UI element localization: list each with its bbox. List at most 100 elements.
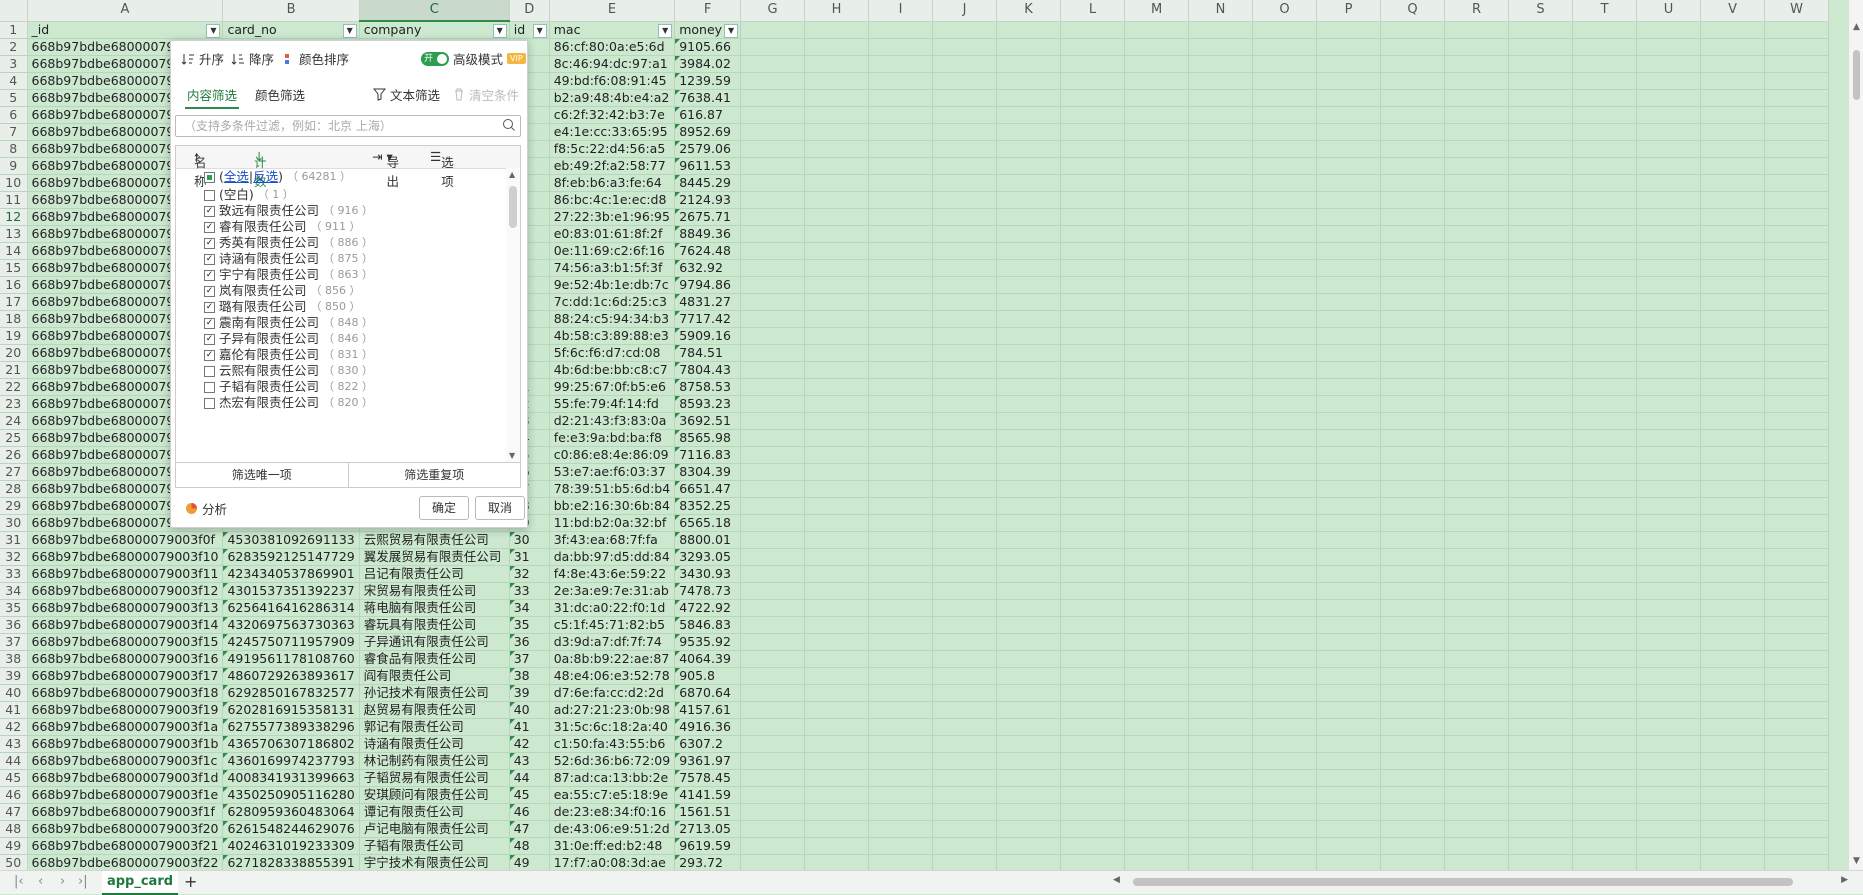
cell[interactable]: 6271828338855391	[222, 854, 360, 870]
cell[interactable]	[1572, 174, 1638, 192]
cell[interactable]	[1380, 344, 1446, 362]
cell[interactable]	[868, 344, 934, 362]
cell[interactable]: 668b97bdbe68000079003f15	[27, 633, 224, 651]
cell[interactable]	[1252, 429, 1318, 447]
cell[interactable]: 27:22:3b:e1:96:95	[549, 208, 676, 226]
cell[interactable]	[1636, 55, 1702, 73]
cell[interactable]	[1700, 582, 1766, 600]
cell[interactable]: 668b97bdbe68000079003f22	[27, 854, 224, 870]
cell[interactable]	[1444, 157, 1510, 175]
cell[interactable]	[804, 344, 870, 362]
cell[interactable]: 4365706307186802	[222, 735, 360, 753]
cell[interactable]	[1444, 327, 1510, 345]
cell[interactable]: 9794.86	[674, 276, 742, 294]
cell[interactable]	[1060, 531, 1126, 549]
cell[interactable]	[996, 650, 1062, 668]
cell[interactable]	[868, 480, 934, 498]
cell[interactable]	[868, 650, 934, 668]
cell[interactable]	[1060, 582, 1126, 600]
cell[interactable]	[1188, 361, 1254, 379]
cell[interactable]	[1188, 21, 1254, 39]
cell[interactable]	[1508, 463, 1574, 481]
cell[interactable]	[1316, 378, 1382, 396]
cell[interactable]	[1380, 497, 1446, 515]
cell[interactable]	[1444, 293, 1510, 311]
cell[interactable]	[1380, 242, 1446, 260]
cell[interactable]	[868, 395, 934, 413]
column-header-f[interactable]: F	[674, 0, 742, 22]
filter-duplicate-button[interactable]: 筛选重复项	[349, 463, 521, 487]
cell[interactable]	[1572, 769, 1638, 787]
cell[interactable]: c1:50:fa:43:55:b6	[549, 735, 676, 753]
filter-unique-button[interactable]: 筛选唯一项	[176, 463, 349, 487]
cell[interactable]	[1572, 310, 1638, 328]
cell[interactable]	[740, 412, 806, 430]
cell[interactable]	[1124, 361, 1190, 379]
cell[interactable]: 632.92	[674, 259, 742, 277]
cell[interactable]	[1508, 72, 1574, 90]
cell[interactable]: 668b97bdbe68000079003f1f	[27, 803, 224, 821]
cell[interactable]	[804, 565, 870, 583]
cell[interactable]	[868, 429, 934, 447]
cell[interactable]	[1252, 174, 1318, 192]
cell[interactable]: e0:83:01:61:8f:2f	[549, 225, 676, 243]
cell[interactable]: 31:dc:a0:22:f0:1d	[549, 599, 676, 617]
cell[interactable]	[1060, 599, 1126, 617]
row-header[interactable]: 26	[0, 446, 28, 464]
filter-dropdown-icon[interactable]: ▼	[206, 23, 221, 38]
cell[interactable]	[740, 684, 806, 702]
cell[interactable]: 86:bc:4c:1e:ec:d8	[549, 191, 676, 209]
cell[interactable]: 36	[509, 633, 550, 651]
row-header[interactable]: 42	[0, 718, 28, 736]
cell[interactable]	[804, 140, 870, 158]
column-header-i[interactable]: I	[868, 0, 934, 22]
cell[interactable]	[1764, 854, 1830, 870]
cell[interactable]: 668b97bdbe68000079003f1b	[27, 735, 224, 753]
cell[interactable]	[1188, 446, 1254, 464]
cell[interactable]	[1380, 191, 1446, 209]
cell[interactable]	[740, 395, 806, 413]
cell[interactable]	[1060, 259, 1126, 277]
cell[interactable]	[1764, 599, 1830, 617]
cell[interactable]	[1444, 480, 1510, 498]
cell[interactable]	[868, 701, 934, 719]
cell[interactable]	[1764, 446, 1830, 464]
cell[interactable]	[1572, 752, 1638, 770]
cell[interactable]	[1572, 242, 1638, 260]
cell[interactable]	[868, 565, 934, 583]
cell[interactable]	[1252, 463, 1318, 481]
row-header[interactable]: 3	[0, 55, 28, 73]
analyze-button[interactable]: 分析	[185, 499, 227, 518]
cell[interactable]	[1188, 803, 1254, 821]
row-header[interactable]: 20	[0, 344, 28, 362]
cell[interactable]: 4919561178108760	[222, 650, 360, 668]
column-header-v[interactable]: V	[1700, 0, 1766, 22]
cell[interactable]	[740, 21, 806, 39]
field-header-cell[interactable]: card_no ▼	[222, 21, 360, 39]
cell[interactable]	[1124, 803, 1190, 821]
cell[interactable]	[1764, 820, 1830, 838]
cell[interactable]	[1124, 769, 1190, 787]
cell[interactable]	[1188, 820, 1254, 838]
cell[interactable]: 905.8	[674, 667, 742, 685]
cell[interactable]	[1444, 123, 1510, 141]
cell[interactable]	[1252, 378, 1318, 396]
select-all-corner[interactable]	[0, 0, 28, 22]
cell[interactable]	[1572, 361, 1638, 379]
cell[interactable]	[996, 259, 1062, 277]
cell[interactable]	[1316, 480, 1382, 498]
cell[interactable]	[1444, 225, 1510, 243]
cell[interactable]	[1764, 650, 1830, 668]
item-checkbox[interactable]: ✓	[204, 269, 215, 281]
cell[interactable]	[1188, 854, 1254, 870]
cell[interactable]	[804, 769, 870, 787]
cell[interactable]	[1380, 21, 1446, 39]
cell[interactable]	[804, 599, 870, 617]
cell[interactable]	[1572, 106, 1638, 124]
cell[interactable]	[1636, 225, 1702, 243]
cell[interactable]	[1508, 684, 1574, 702]
cell[interactable]	[1444, 344, 1510, 362]
cell[interactable]	[740, 38, 806, 56]
cell[interactable]	[1444, 769, 1510, 787]
cell[interactable]	[1380, 140, 1446, 158]
